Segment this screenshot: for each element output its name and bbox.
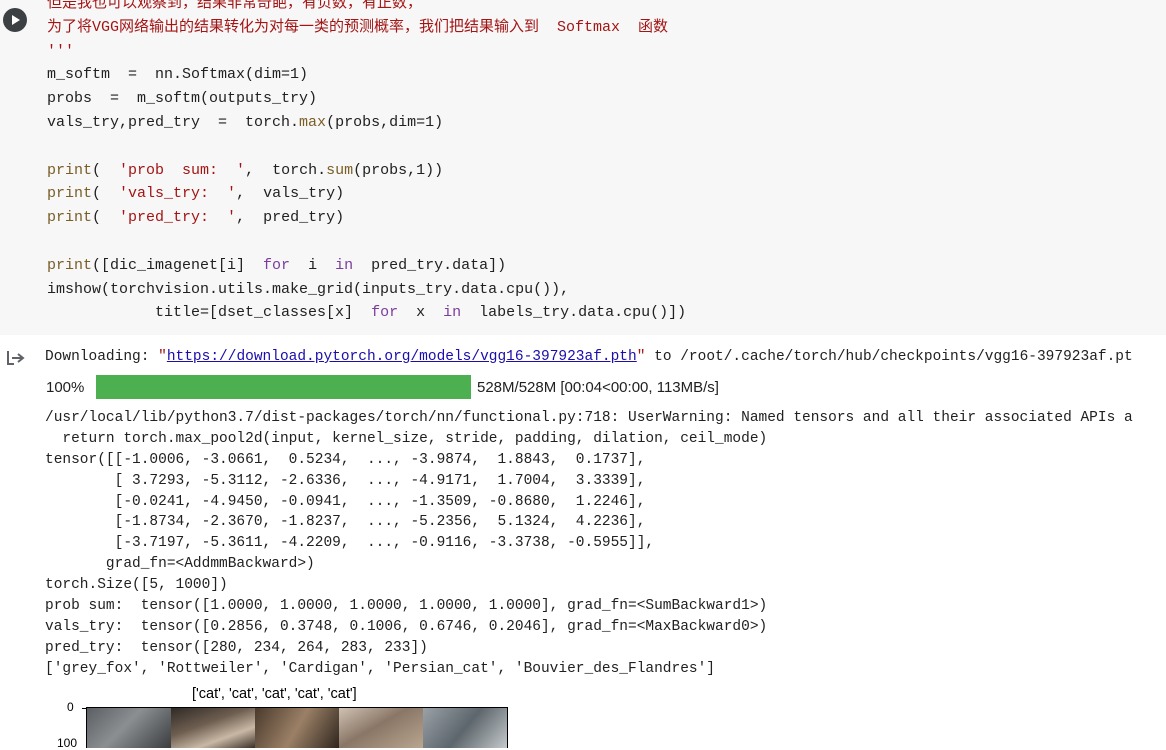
progress-stats: 528M/528M [00:04<00:00, 113MB/s] [477,378,719,396]
output-log: /usr/local/lib/python3.7/dist-packages/t… [45,408,1133,680]
output-redirect-icon[interactable] [6,349,26,367]
progress-bar [96,375,471,399]
output-log-line: [-1.8734, -2.3670, -1.8237, ..., -5.2356… [45,514,646,531]
image-tile-4 [339,708,423,748]
code-line: imshow(torchvision.utils.make_grid(input… [47,280,570,298]
play-icon [12,15,20,25]
output-log-line: prob sum: tensor([1.0000, 1.0000, 1.0000… [45,598,768,615]
y-tick-label-100: 100 [57,736,78,750]
code-line: m_softm = nn.Softmax(dim=1) [47,66,309,84]
output-log-line: [-0.0241, -4.9450, -0.0941, ..., -1.3509… [45,493,646,510]
output-log-line: return torch.max_pool2d(input, kernel_si… [45,430,768,447]
code-line: 但是我也可以观察到，结果非常奇葩，有负数，有正数， [47,0,423,12]
image-tile-5 [423,708,507,748]
download-url-link[interactable]: https://download.pytorch.org/models/vgg1… [167,349,637,365]
download-message: Downloading: "https://download.pytorch.o… [45,349,1133,365]
code-line: print( 'prob sum: ', torch.sum(probs,1)) [47,161,444,179]
output-log-line: pred_try: tensor([280, 234, 264, 283, 23… [45,639,428,656]
code-line: ''' [47,42,75,60]
code-line: print([dic_imagenet[i] for i in pred_try… [47,256,507,274]
output-log-line: /usr/local/lib/python3.7/dist-packages/t… [45,410,1133,426]
image-grid [86,707,508,748]
plot-title: ['cat', 'cat', 'cat', 'cat', 'cat'] [192,686,357,702]
image-tile-1 [87,708,171,748]
progress-bar-fill [96,375,471,399]
y-tick-label-0: 0 [67,700,74,714]
output-log-line: torch.Size([5, 1000]) [45,577,228,594]
code-line: 为了将VGG网络输出的结果转化为对每一类的预测概率，我们把结果输入到 Softm… [47,18,669,36]
code-line: print( 'vals_try: ', vals_try) [47,185,345,203]
code-line: print( 'pred_try: ', pred_try) [47,209,345,227]
code-editor[interactable]: 但是我也可以观察到，结果非常奇葩，有负数，有正数， 为了将VGG网络输出的结果转化… [47,0,686,325]
code-line: probs = m_softm(outputs_try) [47,90,318,108]
output-log-line: vals_try: tensor([0.2856, 0.3748, 0.1006… [45,618,768,635]
output-log-line: tensor([[-1.0006, -3.0661, 0.5234, ..., … [45,451,646,468]
output-log-line: grad_fn=<AddmmBackward>) [45,556,315,573]
download-progress: 100% 528M/528M [00:04<00:00, 113MB/s] [46,375,719,399]
image-tile-3 [255,708,339,748]
output-log-line: ['grey_fox', 'Rottweiler', 'Cardigan', '… [45,660,716,677]
run-cell-button[interactable] [3,8,27,32]
code-line: vals_try,pred_try = torch.max(probs,dim=… [47,113,444,131]
output-log-line: [-3.7197, -5.3611, -4.2209, ..., -0.9116… [45,535,655,552]
code-line: title=[dset_classes[x] for x in labels_t… [47,304,687,322]
image-tile-2 [171,708,255,748]
code-cell-input[interactable]: 但是我也可以观察到，结果非常奇葩，有负数，有正数， 为了将VGG网络输出的结果转化… [0,0,1166,335]
progress-percent: 100% [46,378,85,396]
output-log-line: [ 3.7293, -5.3112, -2.6336, ..., -4.9171… [45,472,646,489]
